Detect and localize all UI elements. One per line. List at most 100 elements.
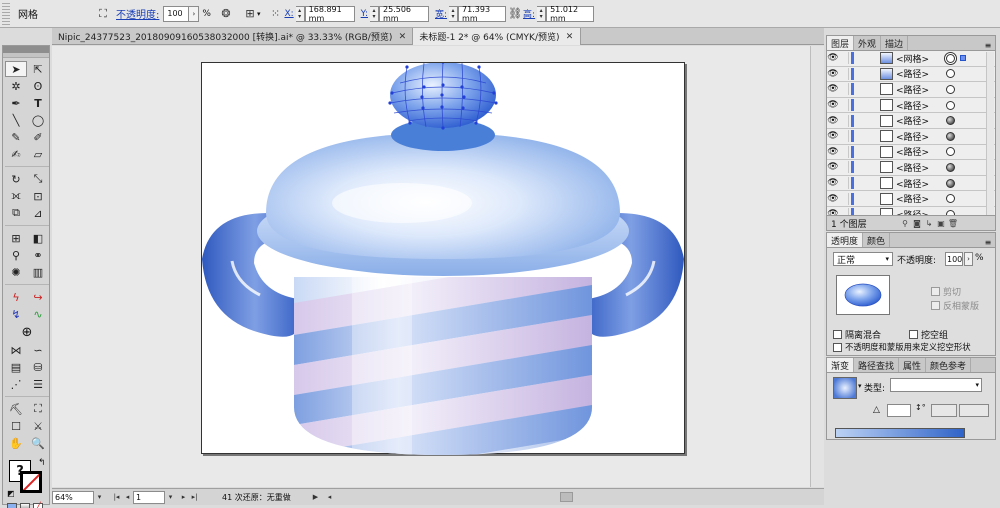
path-edit-tool-icon[interactable]: ϟ: [5, 289, 27, 305]
pot-illustration[interactable]: [202, 63, 686, 455]
hand-tool-icon[interactable]: ✋: [5, 435, 27, 451]
opacity-mask-checkbox[interactable]: 不透明度和蒙版用来定义挖空形状: [833, 341, 971, 353]
warp-tool-icon[interactable]: ⋈: [5, 342, 27, 358]
shape-builder-tool-icon[interactable]: ⧉: [5, 205, 27, 221]
target-icon[interactable]: [946, 194, 955, 204]
layer-row[interactable]: 👁 <网格>: [827, 51, 995, 67]
tab-attributes[interactable]: 属性: [899, 358, 927, 372]
artboard-number-field[interactable]: 1: [133, 490, 165, 504]
paintbrush-tool-icon[interactable]: ✎: [5, 129, 27, 145]
lock-toggle[interactable]: [839, 52, 849, 65]
tools-panel-header[interactable]: [3, 46, 49, 53]
magic-wand-tool-icon[interactable]: ✲: [5, 78, 27, 94]
y-input[interactable]: 25.506 mm: [379, 5, 429, 23]
control-bar-grip[interactable]: [2, 2, 10, 25]
recolor-icon[interactable]: ⛶: [96, 7, 110, 21]
target-icon[interactable]: [946, 162, 955, 172]
none-mode-icon[interactable]: ╱: [33, 503, 43, 508]
style-icon[interactable]: ❂: [219, 7, 233, 21]
panel-opacity-dropdown-icon[interactable]: ›: [964, 252, 973, 266]
lock-toggle[interactable]: [839, 99, 849, 112]
gradient-swatch-dropdown-icon[interactable]: ▾: [858, 382, 862, 390]
close-icon[interactable]: ✕: [397, 32, 407, 42]
column-graph-tool-icon[interactable]: ▥: [27, 264, 49, 280]
tab-color[interactable]: 颜色: [863, 233, 891, 247]
layer-name[interactable]: <路径>: [896, 145, 946, 158]
layer-name[interactable]: <路径>: [896, 130, 946, 143]
object-thumbnail[interactable]: [836, 275, 890, 315]
eye-icon[interactable]: 👁: [827, 147, 839, 157]
artboard-tool-icon[interactable]: ☐: [5, 418, 27, 434]
list-tool-icon[interactable]: ☰: [27, 376, 49, 392]
new-layer-icon[interactable]: ▣: [935, 219, 947, 228]
gradient-mode-icon[interactable]: [20, 503, 30, 508]
checkbox-box[interactable]: [909, 330, 918, 339]
blob-brush-tool-icon[interactable]: ✍: [5, 146, 27, 162]
vertical-scrollbar[interactable]: [810, 46, 824, 487]
scroll-left-icon[interactable]: ◂: [324, 491, 335, 504]
panel-menu-icon[interactable]: ≡: [981, 238, 995, 247]
tab-transparency[interactable]: 透明度: [827, 233, 864, 247]
locate-object-icon[interactable]: ⚲: [899, 219, 911, 228]
rotate-tool-icon[interactable]: ↻: [5, 171, 27, 187]
default-fill-stroke-icon[interactable]: ◩: [7, 489, 15, 498]
opacity-link[interactable]: 不透明度:: [116, 6, 159, 21]
lock-toggle[interactable]: [839, 83, 849, 96]
align-dropdown-icon[interactable]: ▾: [257, 10, 261, 18]
aspect-ratio-input[interactable]: [931, 404, 957, 417]
eraser-tool-icon[interactable]: ▱: [27, 146, 49, 162]
zoom-dropdown-icon[interactable]: ▾: [94, 491, 105, 504]
target-icon[interactable]: [946, 178, 955, 188]
eye-icon[interactable]: 👁: [827, 69, 839, 79]
eye-icon[interactable]: 👁: [827, 116, 839, 126]
layer-row[interactable]: 👁 <路径>: [827, 175, 995, 192]
layer-name[interactable]: <网格>: [896, 52, 946, 65]
tab-color-guide[interactable]: 颜色参考: [926, 358, 972, 372]
canvas-area[interactable]: [52, 46, 810, 487]
layer-row[interactable]: 👁 <路径>: [827, 82, 995, 98]
width-stepper[interactable]: ▴ ▾: [449, 5, 459, 22]
layer-row[interactable]: 👁 <路径>: [827, 160, 995, 176]
y-stepper[interactable]: ▴ ▾: [370, 5, 379, 22]
lock-toggle[interactable]: [839, 67, 849, 80]
gradient-swatch[interactable]: [833, 377, 857, 399]
eye-icon[interactable]: 👁: [827, 100, 839, 110]
selection-tool-icon[interactable]: ➤: [5, 61, 27, 77]
last-artboard-icon[interactable]: ▸|: [189, 491, 200, 504]
type-tool-icon[interactable]: T: [27, 95, 49, 111]
target-icon[interactable]: [946, 147, 955, 157]
first-artboard-icon[interactable]: |◂: [111, 491, 122, 504]
lock-toggle[interactable]: [839, 161, 849, 174]
zoom-field[interactable]: 64%: [52, 490, 94, 504]
layers-scrollbar[interactable]: [986, 52, 994, 215]
lock-toggle[interactable]: [839, 114, 849, 127]
scatter-tool-icon[interactable]: ⋰: [5, 376, 27, 392]
aspect-ratio-dropdown[interactable]: [959, 404, 989, 417]
horizontal-scroll-thumb[interactable]: [560, 492, 573, 502]
opacity-input[interactable]: 100: [163, 5, 190, 22]
gradient-type-select[interactable]: ▾: [890, 378, 982, 392]
align-icon[interactable]: ⊞: [243, 7, 257, 21]
zoom-tool-icon[interactable]: 🔍: [27, 435, 49, 451]
target-icon[interactable]: [946, 116, 955, 126]
previous-artboard-icon[interactable]: ◂: [122, 491, 133, 504]
slice-select-tool-icon[interactable]: ⛁: [27, 359, 49, 375]
layer-row[interactable]: 👁 <路径>: [827, 144, 995, 161]
layer-name[interactable]: <路径>: [896, 192, 946, 205]
artboard-dropdown-icon[interactable]: ▾: [165, 491, 176, 504]
live-paint-selection-tool-icon[interactable]: ⛶: [27, 401, 49, 417]
target-icon[interactable]: [946, 100, 955, 110]
join-tool-icon[interactable]: ↯: [5, 306, 27, 322]
gradient-slider[interactable]: [835, 428, 965, 438]
slice-tool-icon[interactable]: ▤: [5, 359, 27, 375]
eye-icon[interactable]: 👁: [827, 162, 839, 172]
layer-row[interactable]: 👁 <路径>: [827, 113, 995, 129]
close-icon[interactable]: ✕: [565, 32, 575, 42]
perspective-grid-tool-icon[interactable]: ⊿: [27, 205, 49, 221]
layer-name[interactable]: <路径>: [896, 99, 946, 112]
y-label[interactable]: Y:: [361, 9, 368, 19]
opacity-dropdown-icon[interactable]: ›: [189, 5, 200, 22]
layer-row[interactable]: 👁 <路径>: [827, 66, 995, 83]
twirl-tool-icon[interactable]: ∽: [27, 342, 49, 358]
panel-opacity-input[interactable]: 100: [945, 252, 963, 266]
